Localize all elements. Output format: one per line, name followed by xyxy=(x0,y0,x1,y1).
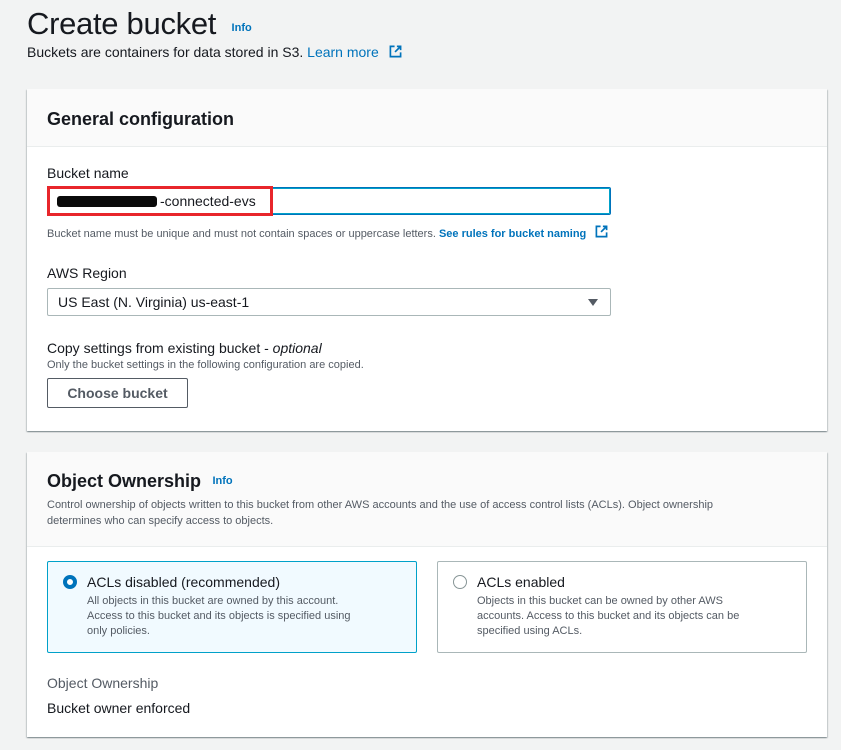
panel-title: General configuration xyxy=(47,109,235,129)
caret-down-icon xyxy=(588,299,598,306)
highlight-annotation xyxy=(47,186,273,216)
option-description: Objects in this bucket can be owned by o… xyxy=(477,594,797,639)
naming-rules-link[interactable]: See rules for bucket naming xyxy=(439,228,586,240)
page-title: Create bucket xyxy=(27,6,217,41)
radio-selected-icon[interactable] xyxy=(63,575,77,589)
ownership-description: Control ownership of objects written to … xyxy=(47,497,713,529)
copy-settings-label: Copy settings from existing bucket - opt… xyxy=(47,340,322,356)
region-label: AWS Region xyxy=(47,265,127,281)
acls-enabled-option[interactable]: ACLs enabled Objects in this bucket can … xyxy=(437,561,807,653)
page-subtitle: Buckets are containers for data stored i… xyxy=(27,44,402,60)
option-description: All objects in this bucket are owned by … xyxy=(87,594,407,639)
external-link-icon[interactable] xyxy=(595,225,608,238)
info-link[interactable]: Info xyxy=(232,22,252,34)
optional-text: optional xyxy=(272,340,322,356)
description-line: Control ownership of objects written to … xyxy=(47,499,714,511)
option-title: ACLs enabled xyxy=(477,574,565,590)
bucket-name-hint: Bucket name must be unique and must not … xyxy=(47,225,608,240)
choose-bucket-button[interactable]: Choose bucket xyxy=(47,378,188,408)
general-configuration-panel: General configuration Bucket name -conne… xyxy=(27,89,827,431)
region-value: US East (N. Virginia) us-east-1 xyxy=(58,294,250,310)
bucket-name-label: Bucket name xyxy=(47,165,129,181)
option-desc-line: accounts. Access to this bucket and its … xyxy=(477,610,740,622)
option-title: ACLs disabled (recommended) xyxy=(87,574,280,590)
ownership-result-label: Object Ownership xyxy=(47,675,159,691)
description-line: determines who can specify access to obj… xyxy=(47,515,274,527)
option-desc-line: specified using ACLs. xyxy=(477,625,583,637)
panel-title-row: Object Ownership Info xyxy=(47,471,233,492)
option-desc-line: only policies. xyxy=(87,625,150,637)
option-desc-line: All objects in this bucket are owned by … xyxy=(87,595,339,607)
object-ownership-panel: Object Ownership Info Control ownership … xyxy=(27,452,827,737)
panel-title: Object Ownership xyxy=(47,471,202,491)
subtitle-text: Buckets are containers for data stored i… xyxy=(27,44,304,60)
panel-header: General configuration xyxy=(27,89,827,147)
copy-settings-text: Copy settings from existing bucket - xyxy=(47,340,269,356)
learn-more-link[interactable]: Learn more xyxy=(307,44,379,60)
page-header: Create bucket Info xyxy=(27,4,252,44)
panel-header: Object Ownership Info Control ownership … xyxy=(27,452,827,547)
option-desc-line: Objects in this bucket can be owned by o… xyxy=(477,595,724,607)
acls-disabled-option[interactable]: ACLs disabled (recommended) All objects … xyxy=(47,561,417,653)
external-link-icon[interactable] xyxy=(389,45,402,58)
hint-text: Bucket name must be unique and must not … xyxy=(47,228,436,240)
info-link[interactable]: Info xyxy=(212,475,232,487)
option-desc-line: Access to this bucket and its objects is… xyxy=(87,610,351,622)
ownership-result-value: Bucket owner enforced xyxy=(47,700,191,716)
region-select[interactable]: US East (N. Virginia) us-east-1 xyxy=(47,288,611,316)
copy-settings-desc: Only the bucket settings in the followin… xyxy=(47,359,364,371)
radio-unselected-icon[interactable] xyxy=(453,575,467,589)
